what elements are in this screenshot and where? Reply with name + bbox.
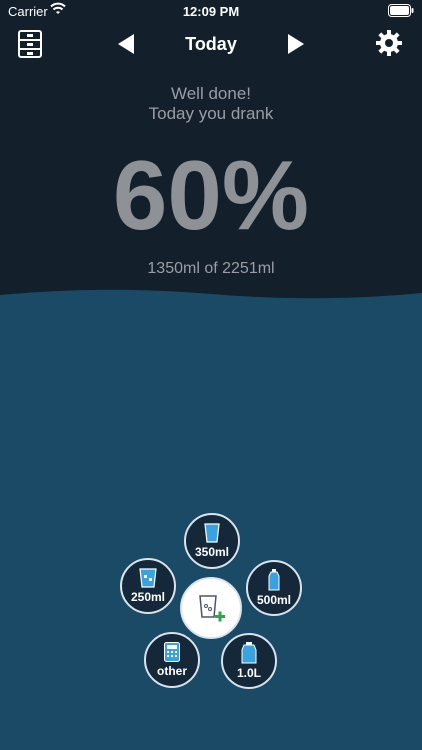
add-other-button[interactable]: other <box>144 632 200 688</box>
status-bar: Carrier 12:09 PM <box>0 0 422 24</box>
add-350ml-label: 350ml <box>194 545 230 559</box>
add-other-label: other <box>157 664 187 678</box>
glass-ice-icon <box>139 568 157 588</box>
add-1l-label: 1.0L <box>236 666 261 680</box>
next-day-button[interactable] <box>288 34 304 54</box>
add-350ml-button[interactable]: 350ml <box>184 513 240 569</box>
glass-icon <box>204 523 220 543</box>
nav-bar: Today <box>0 28 422 64</box>
glass-plus-icon <box>199 595 225 622</box>
add-250ml-button[interactable]: 250ml <box>120 558 176 614</box>
clock: 12:09 PM <box>182 4 240 19</box>
settings-button[interactable] <box>376 30 402 56</box>
add-1l-button[interactable]: 1.0L <box>221 633 277 689</box>
gear-icon <box>376 30 402 56</box>
water-wave <box>0 289 422 315</box>
add-500ml-button[interactable]: 500ml <box>246 560 302 616</box>
jug-icon <box>241 642 257 664</box>
praise-text: Well done! <box>170 84 251 103</box>
page-title: Today <box>185 34 237 54</box>
calculator-icon <box>164 642 180 662</box>
progress-percent: 60% <box>112 140 310 250</box>
add-250ml-label: 250ml <box>130 590 166 604</box>
drank-caption: Today you drank <box>148 104 274 123</box>
battery-icon <box>388 4 414 17</box>
add-500ml-label: 500ml <box>256 593 292 607</box>
triangle-right-icon <box>288 34 304 54</box>
progress-amount: 1350ml of 2251ml <box>147 260 275 277</box>
add-drink-button[interactable] <box>180 577 242 639</box>
bottle-icon <box>268 569 280 591</box>
